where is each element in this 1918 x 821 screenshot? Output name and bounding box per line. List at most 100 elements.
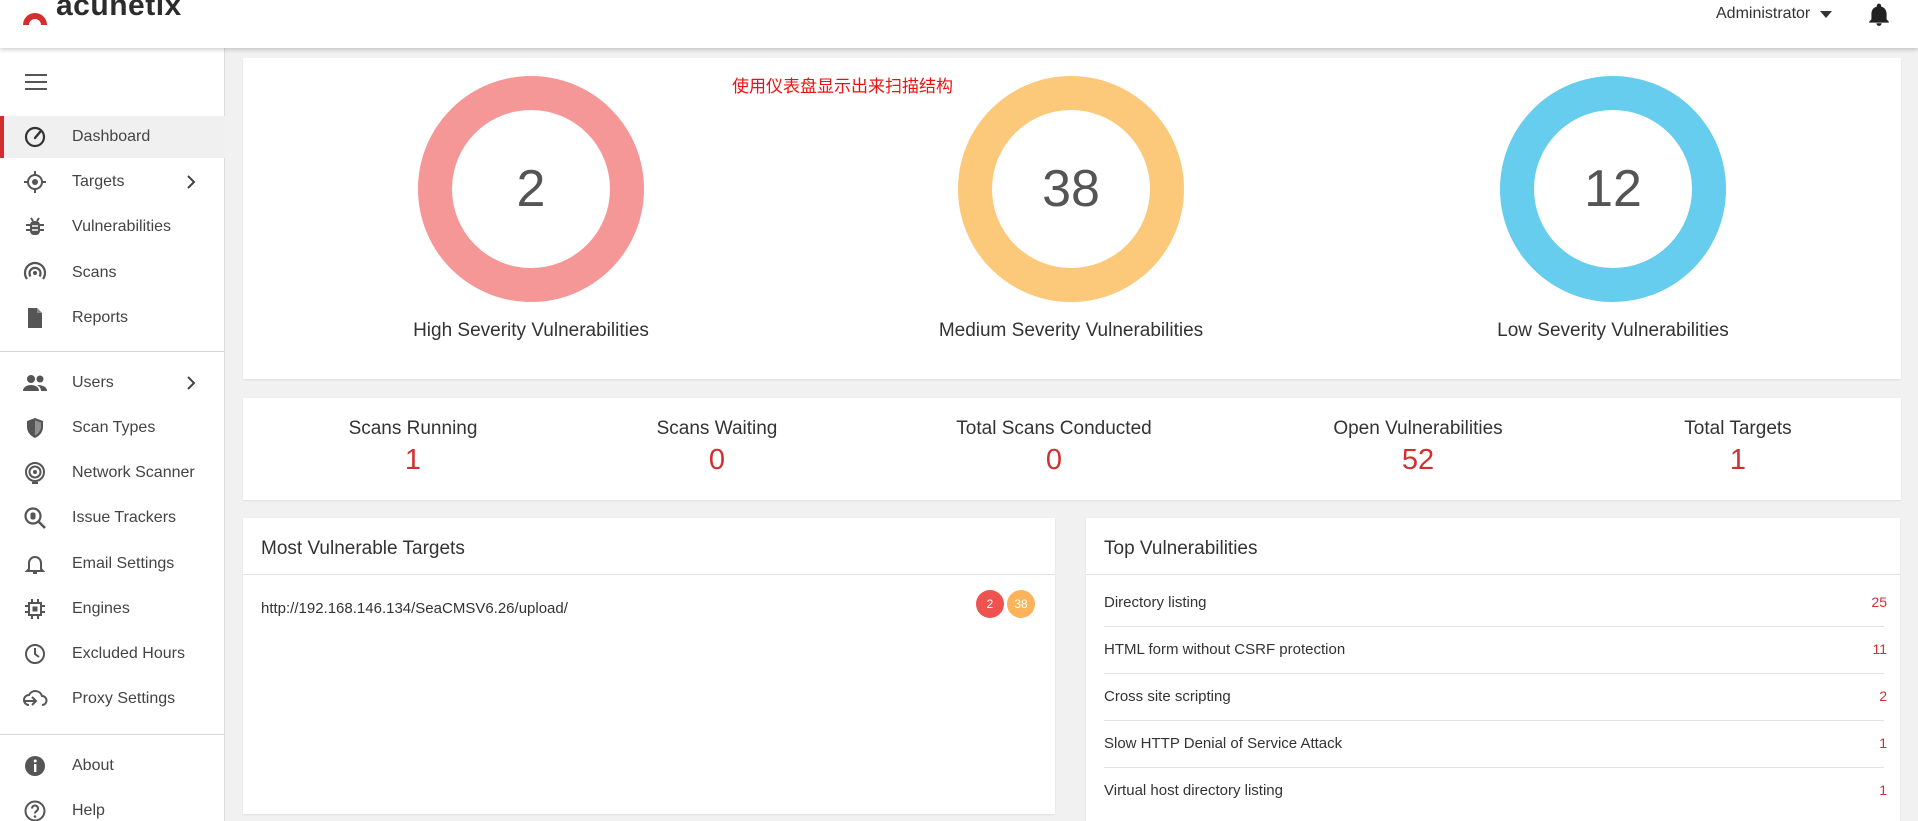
sidebar-item-proxy-settings[interactable]: Proxy Settings	[0, 678, 225, 720]
vulnerability-name: Cross site scripting	[1104, 688, 1231, 705]
sidebar-item-label: Scans	[72, 264, 117, 281]
sidebar-item-reports[interactable]: Reports	[0, 297, 225, 339]
stat-value: 1	[1729, 444, 1747, 476]
sidebar-item-about[interactable]: About	[0, 745, 225, 787]
stat-total-targets[interactable]: Total Targets 1	[1608, 418, 1868, 477]
sidebar-item-label: About	[72, 757, 114, 774]
sidebar-item-label: Targets	[72, 173, 125, 190]
bell-icon	[22, 551, 48, 577]
stat-value: 1	[404, 444, 422, 476]
clock-icon	[22, 641, 48, 667]
sidebar-divider	[0, 351, 225, 352]
sidebar-item-label: Engines	[72, 600, 130, 617]
dashboard-gauge-icon	[22, 124, 48, 150]
chip-icon	[22, 596, 48, 622]
sidebar-item-label: Scan Types	[72, 419, 156, 436]
vulnerability-name: Virtual host directory listing	[1104, 782, 1283, 799]
issue-tracker-icon	[22, 505, 48, 531]
info-icon	[22, 753, 48, 779]
table-row[interactable]: Slow HTTP Denial of Service Attack 1	[1104, 721, 1887, 768]
stat-label: Scans Running	[348, 418, 478, 439]
stat-label: Scans Waiting	[656, 418, 778, 439]
stat-label: Total Scans Conducted	[956, 418, 1152, 439]
user-name: Administrator	[1716, 5, 1811, 22]
sidebar-item-label: Reports	[72, 309, 129, 326]
sidebar-item-users[interactable]: Users	[0, 362, 225, 404]
sidebar-item-help[interactable]: Help	[0, 790, 225, 821]
sidebar-item-network-scanner[interactable]: Network Scanner	[0, 452, 225, 494]
high-count-badge: 2	[976, 590, 1004, 618]
stat-value: 52	[1401, 444, 1435, 476]
crosshair-target-icon	[22, 169, 48, 195]
medium-severity-label: Medium Severity Vulnerabilities	[938, 320, 1204, 341]
caret-down-icon	[1820, 10, 1833, 18]
stat-value: 0	[708, 444, 726, 476]
top-bar: acunetix Administrator	[0, 0, 1918, 48]
panel-divider	[1086, 574, 1900, 575]
user-menu[interactable]: Administrator	[1716, 5, 1833, 23]
target-url-link[interactable]: http://192.168.146.134/SeaCMSV6.26/uploa…	[261, 600, 568, 617]
sidebar-item-scan-types[interactable]: Scan Types	[0, 407, 225, 449]
low-severity-count: 12	[1584, 160, 1642, 218]
table-row[interactable]: HTML form without CSRF protection 11	[1104, 627, 1887, 674]
radar-scan-icon	[22, 260, 48, 286]
table-row[interactable]: Cross site scripting 2	[1104, 674, 1887, 721]
panel-title: Most Vulnerable Targets	[261, 538, 465, 559]
low-severity-label: Low Severity Vulnerabilities	[1497, 320, 1729, 341]
chevron-right-icon	[187, 376, 196, 390]
sidebar-item-scans[interactable]: Scans	[0, 252, 225, 294]
menu-toggle-icon[interactable]	[25, 74, 47, 90]
cloud-proxy-icon	[22, 686, 48, 712]
stat-scans-waiting[interactable]: Scans Waiting 0	[587, 418, 847, 477]
bug-icon	[22, 214, 48, 240]
sidebar-item-label: Dashboard	[72, 128, 151, 145]
sidebar-item-targets[interactable]: Targets	[0, 161, 225, 203]
stat-open-vulnerabilities[interactable]: Open Vulnerabilities 52	[1288, 418, 1548, 477]
sidebar-item-issue-trackers[interactable]: Issue Trackers	[0, 497, 225, 539]
sidebar-item-label: Proxy Settings	[72, 690, 176, 707]
stat-label: Open Vulnerabilities	[1333, 418, 1503, 439]
stat-label: Total Targets	[1684, 418, 1792, 439]
notification-bell-icon[interactable]	[1866, 2, 1892, 28]
vulnerability-count: 1	[1879, 782, 1887, 798]
document-icon	[22, 305, 48, 331]
high-severity-count: 2	[516, 160, 546, 218]
brand-logo[interactable]: acunetix	[20, 0, 182, 28]
table-row[interactable]: Directory listing 25	[1104, 580, 1887, 627]
sidebar-item-excluded-hours[interactable]: Excluded Hours	[0, 633, 225, 675]
vulnerability-name: Directory listing	[1104, 594, 1207, 611]
high-severity-label: High Severity Vulnerabilities	[413, 320, 649, 341]
vulnerability-count: 2	[1879, 688, 1887, 704]
chevron-right-icon	[187, 175, 196, 189]
sidebar-item-vulnerabilities[interactable]: Vulnerabilities	[0, 206, 225, 248]
sidebar-item-label: Vulnerabilities	[72, 218, 172, 235]
sidebar-item-label: Excluded Hours	[72, 645, 185, 662]
medium-count-badge: 38	[1007, 590, 1035, 618]
stat-scans-running[interactable]: Scans Running 1	[283, 418, 543, 477]
network-scanner-icon	[22, 460, 48, 486]
panel-divider	[243, 574, 1055, 575]
sidebar-item-label: Help	[72, 802, 105, 819]
sidebar-item-dashboard[interactable]: Dashboard	[0, 116, 225, 158]
vulnerability-count: 25	[1871, 594, 1887, 610]
vulnerability-count: 11	[1872, 641, 1887, 657]
shield-icon	[22, 415, 48, 441]
sidebar-item-label: Email Settings	[72, 555, 175, 572]
top-vulnerabilities-panel: Top Vulnerabilities Directory listing 25…	[1086, 518, 1900, 821]
sidebar-item-engines[interactable]: Engines	[0, 588, 225, 630]
vulnerability-name: HTML form without CSRF protection	[1104, 641, 1346, 658]
vulnerability-name: Slow HTTP Denial of Service Attack	[1104, 735, 1343, 752]
annotation-text: 使用仪表盘显示出来扫描结构	[732, 77, 953, 97]
sidebar: Dashboard Targets Vulnerabilities Scans …	[0, 48, 225, 821]
stat-total-scans[interactable]: Total Scans Conducted 0	[924, 418, 1184, 477]
table-row[interactable]: Virtual host directory listing 1	[1104, 768, 1887, 815]
sidebar-item-label: Issue Trackers	[72, 509, 177, 526]
brand-name: acunetix	[56, 0, 182, 22]
vulnerability-count: 1	[1879, 735, 1887, 751]
acunetix-logo-icon	[23, 13, 47, 25]
help-icon	[22, 798, 48, 821]
medium-severity-count: 38	[1042, 160, 1100, 218]
sidebar-item-label: Network Scanner	[72, 464, 195, 481]
sidebar-item-email-settings[interactable]: Email Settings	[0, 543, 225, 585]
stat-value: 0	[1045, 444, 1063, 476]
